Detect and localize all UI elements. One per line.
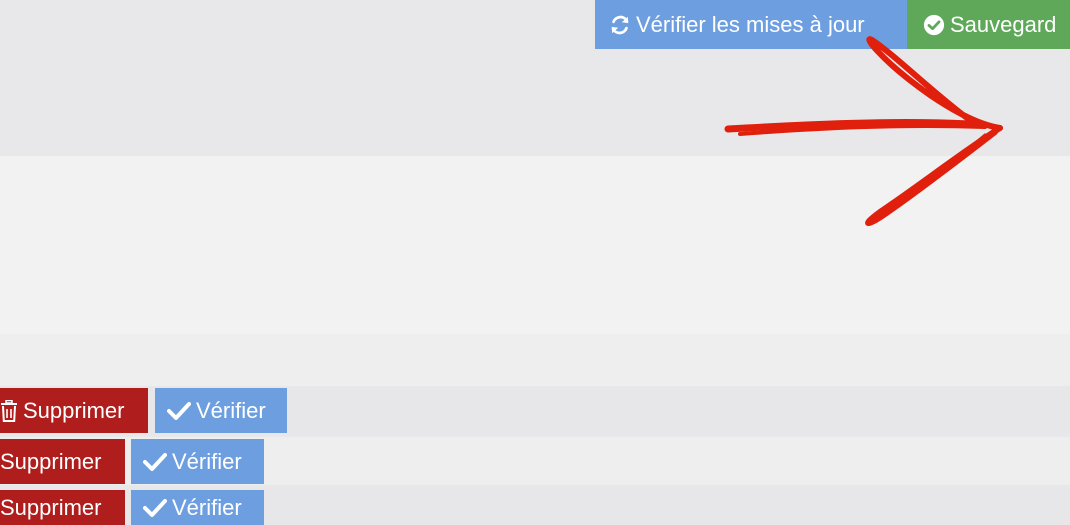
- content-panel: [0, 156, 1070, 334]
- refresh-icon: [609, 14, 631, 36]
- delete-button[interactable]: Supprimer: [0, 490, 125, 525]
- delete-button[interactable]: Supprimer: [0, 388, 148, 433]
- verify-label: Vérifier: [172, 494, 242, 520]
- verify-button[interactable]: Vérifier: [131, 439, 264, 484]
- checkmark-icon: [167, 401, 191, 421]
- check-updates-button[interactable]: Vérifier les mises à jour: [595, 0, 907, 49]
- check-updates-label: Vérifier les mises à jour: [636, 11, 865, 37]
- verify-label: Vérifier: [172, 448, 242, 474]
- checkmark-icon: [143, 498, 167, 518]
- delete-label: Supprimer: [0, 494, 102, 520]
- verify-button[interactable]: Vérifier: [155, 388, 287, 433]
- save-label: Sauvegard: [950, 11, 1057, 37]
- verify-label: Vérifier: [196, 397, 266, 423]
- save-button[interactable]: Sauvegard: [907, 0, 1070, 49]
- check-circle-icon: [923, 14, 945, 36]
- checkmark-icon: [143, 452, 167, 472]
- delete-button[interactable]: Supprimer: [0, 439, 125, 484]
- delete-label: Supprimer: [23, 397, 125, 423]
- page: Vérifier les mises à jour Sauvegard Supp…: [0, 0, 1070, 525]
- trash-icon: [0, 399, 18, 422]
- verify-button[interactable]: Vérifier: [131, 490, 264, 525]
- delete-label: Supprimer: [0, 448, 102, 474]
- separator-band: [0, 334, 1070, 386]
